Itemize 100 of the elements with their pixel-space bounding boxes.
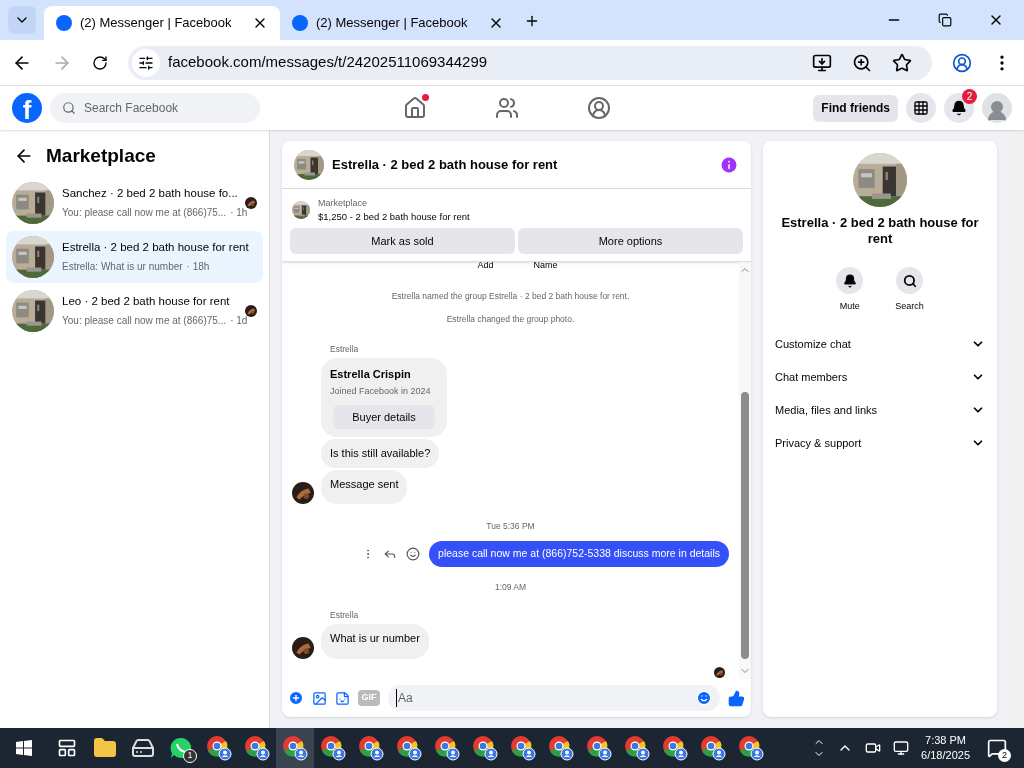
section-row[interactable]: Customize chat [775, 327, 985, 361]
logo-icon [292, 15, 308, 31]
message-bubble: Is this still available? [321, 439, 440, 468]
new-tab-icon[interactable] [524, 13, 540, 29]
scroll-thumb[interactable] [741, 392, 749, 659]
sender-name: Estrella [330, 342, 360, 356]
conversation-item[interactable]: Estrella · 2 bed 2 bath house for rent Estrella: What is ur number · 18h [6, 230, 263, 283]
taskbar-app[interactable]: 1 [162, 728, 200, 768]
conversation-preview: You: please call now me at (866)75... [62, 206, 227, 221]
browser-tab[interactable]: (2) Messenger | Facebook [280, 6, 516, 40]
bookmark-icon[interactable] [892, 52, 912, 73]
browser-icon [548, 735, 574, 761]
section-label: Customize chat [775, 336, 851, 352]
image-icon[interactable] [312, 690, 327, 706]
conversation-name: Leo · 2 bed 2 bath house for rent [62, 293, 231, 309]
search-field[interactable]: Search Facebook [50, 93, 260, 123]
conversation-time: · 18h [186, 260, 210, 275]
sliders-icon [138, 54, 154, 71]
message-bubble: please call now me at (866)752-5338 discuss more in details [429, 541, 729, 567]
bell-icon [842, 273, 857, 288]
browser-icon [738, 735, 764, 761]
browser-icon [320, 735, 346, 761]
action-label: Search [895, 300, 924, 313]
browser-icon [358, 735, 384, 761]
browser-icon [282, 735, 308, 761]
message-placeholder: Aa [396, 689, 696, 707]
home-icon[interactable] [402, 96, 427, 120]
tab-title: (2) Messenger | Facebook [80, 14, 233, 33]
site-settings-button[interactable] [132, 48, 160, 77]
taskbar-app[interactable] [276, 728, 314, 768]
browser-icon [396, 735, 422, 761]
clock-time: 7:38 PM [925, 733, 966, 748]
action-label: Name [533, 262, 558, 270]
network-icon[interactable] [893, 740, 910, 756]
count-badge: 2 [998, 749, 1011, 762]
menu-button[interactable] [906, 93, 936, 123]
emoji-icon[interactable] [406, 546, 421, 561]
sticker-icon[interactable] [335, 690, 350, 706]
message-bubble: Message sent [321, 469, 408, 505]
start-icon[interactable] [16, 740, 32, 756]
action-button[interactable] [836, 267, 864, 294]
tab-search-button[interactable] [8, 6, 36, 34]
listing-button[interactable]: More options [518, 228, 743, 254]
profile-detail: Joined Facebook in 2024 [330, 384, 432, 398]
browser-icon [510, 735, 536, 761]
tab-title: (2) Messenger | Facebook [316, 14, 469, 33]
search-placeholder: Search Facebook [84, 100, 179, 117]
section-row[interactable]: Privacy & support [775, 426, 985, 460]
action-button[interactable] [896, 267, 923, 294]
conversation-item[interactable]: Sanchez · 2 bed 2 bath house fo... You: please call now me at (866)75... · 1h [6, 176, 263, 229]
browser-tab[interactable]: (2) Messenger | Facebook [44, 6, 280, 40]
sidebar-title: Marketplace [46, 144, 156, 168]
zoom-icon[interactable] [852, 52, 872, 73]
chat-title: Estrella · 2 bed 2 bath house for rent [332, 155, 559, 174]
reload-icon[interactable] [92, 54, 108, 71]
bell-icon [951, 100, 967, 116]
section-row[interactable]: Chat members [775, 360, 985, 394]
message-field[interactable]: Aa [388, 685, 720, 711]
conversation-name: Sanchez · 2 bed 2 bath house fo... [62, 185, 237, 201]
timestamp: Tue 5:36 PM [486, 520, 535, 533]
search-icon [902, 273, 917, 288]
like-icon[interactable] [728, 689, 745, 707]
drive-icon[interactable] [131, 736, 155, 760]
profile-icon[interactable] [952, 52, 972, 73]
find-friends-button[interactable]: Find friends [813, 94, 898, 122]
count-badge: 1 [183, 749, 197, 763]
people-icon[interactable] [494, 96, 519, 120]
add-icon[interactable] [288, 690, 304, 706]
message-bubble: What is ur number [321, 624, 429, 659]
conversation-preview: Estrella: What is ur number [62, 260, 183, 275]
section-row[interactable]: Media, files and links [775, 393, 985, 427]
info-title: Estrella · 2 bed 2 bath house for rent [780, 215, 980, 247]
logo[interactable]: f [12, 93, 42, 123]
listing-title: $1,250 - 2 bed 2 bath house for rent [318, 210, 470, 223]
chat-bubble-icon[interactable] [169, 736, 193, 760]
system-message: Estrella named the group Estrella · 2 bed 2 bath house for rent. [391, 290, 630, 303]
task-view-icon[interactable] [57, 738, 77, 758]
address-field[interactable]: facebook.com/messages/t/24202511069344299 [128, 45, 932, 80]
conversation-item[interactable]: Leo · 2 bed 2 bath house for rent You: please call now me at (866)75... · 1d [6, 284, 263, 337]
system-message: Estrella changed the group photo. [446, 312, 575, 326]
folder-icon[interactable] [93, 736, 117, 760]
timestamp: 1:09 AM [494, 580, 527, 594]
conversation-preview: You: please call now me at (866)75... [62, 314, 227, 329]
buyer-details-button[interactable]: Buyer details [333, 405, 435, 430]
sender-name: Estrella [330, 608, 360, 622]
action-label: Add [477, 262, 494, 270]
restore-icon[interactable] [938, 13, 952, 27]
avatar-button[interactable] [982, 93, 1012, 123]
grid-icon [913, 100, 929, 116]
notifications-button[interactable]: 2 [986, 737, 1008, 759]
install-icon[interactable] [812, 52, 832, 73]
info-icon[interactable] [719, 154, 739, 175]
section-label: Privacy & support [775, 435, 862, 451]
listing-button[interactable]: Mark as sold [290, 228, 515, 254]
camera-icon[interactable] [865, 740, 882, 756]
group-icon[interactable] [586, 96, 611, 120]
browser-icon [244, 735, 270, 761]
browser-icon [662, 735, 688, 761]
browser-icon [434, 735, 460, 761]
logo-icon [56, 15, 72, 31]
